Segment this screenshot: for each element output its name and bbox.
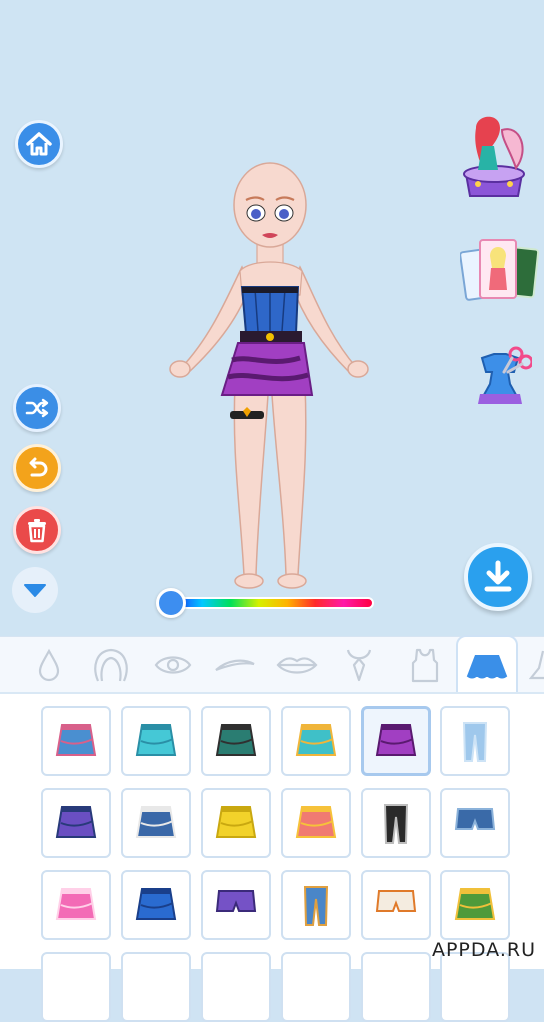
tab-tops[interactable] bbox=[396, 639, 454, 691]
purple-shorts-image bbox=[215, 890, 257, 912]
denim-belt-skirt-image bbox=[135, 806, 177, 838]
chevron-down-icon bbox=[24, 584, 46, 597]
tab-hair[interactable] bbox=[82, 639, 140, 691]
hair-icon bbox=[94, 648, 128, 682]
item-argyle-skirt[interactable] bbox=[41, 788, 111, 858]
watermark: APPDA.RU bbox=[431, 939, 536, 961]
blue-pleated-skirt-image bbox=[135, 888, 177, 920]
item-grid bbox=[0, 692, 544, 1022]
color-slider-track[interactable] bbox=[172, 597, 374, 609]
item-green-star-skirt[interactable] bbox=[440, 870, 510, 940]
item-coral-flower-skirt[interactable] bbox=[281, 788, 351, 858]
dress-up-stage bbox=[0, 0, 544, 636]
download-icon bbox=[484, 560, 512, 592]
undo-icon bbox=[29, 457, 48, 477]
tab-necklace[interactable] bbox=[330, 639, 388, 691]
item-purple-shorts[interactable] bbox=[201, 870, 271, 940]
eyebrow-icon bbox=[215, 659, 255, 672]
item-slot-partial[interactable] bbox=[41, 952, 111, 1022]
skirt-icon bbox=[466, 655, 508, 679]
shoe-icon bbox=[529, 650, 544, 680]
item-denim-shorts[interactable] bbox=[440, 788, 510, 858]
item-slot-partial[interactable] bbox=[201, 952, 271, 1022]
color-slider-knob[interactable] bbox=[156, 588, 186, 618]
coral-flower-skirt-image bbox=[295, 806, 337, 838]
clear-button[interactable] bbox=[13, 506, 61, 554]
pink-ruched-skirt-image bbox=[55, 888, 97, 920]
eye-icon bbox=[154, 656, 192, 674]
tab-shoes[interactable] bbox=[524, 639, 544, 691]
teal-fringe-top-skirt-image bbox=[135, 724, 177, 756]
item-teal-fringe-skirt[interactable] bbox=[281, 706, 351, 776]
item-purple-zebra-skirt[interactable] bbox=[361, 706, 431, 776]
trash-icon bbox=[28, 519, 46, 543]
download-button[interactable] bbox=[464, 543, 532, 611]
item-slot-partial[interactable] bbox=[361, 952, 431, 1022]
undo-button[interactable] bbox=[13, 444, 61, 492]
tab-lips[interactable] bbox=[268, 639, 326, 691]
tab-eyes[interactable] bbox=[144, 639, 202, 691]
dress-scissors-icon[interactable] bbox=[468, 346, 532, 410]
mermaid-box-icon[interactable] bbox=[458, 110, 530, 202]
character-doll bbox=[169, 162, 369, 589]
teal-fringe-skirt-image bbox=[295, 724, 337, 756]
item-teal-fringe-top-skirt[interactable] bbox=[121, 706, 191, 776]
argyle-skirt-image bbox=[55, 806, 97, 838]
tank-top-icon bbox=[411, 648, 439, 683]
flared-jeans-image bbox=[462, 722, 488, 762]
tab-skirts[interactable] bbox=[456, 635, 518, 695]
item-pink-ruched-skirt[interactable] bbox=[41, 870, 111, 940]
yellow-button-skirt-image bbox=[215, 806, 257, 838]
photo-cards-icon[interactable] bbox=[460, 238, 540, 304]
patchwork-jeans-image bbox=[303, 886, 329, 926]
white-bow-shorts-image bbox=[375, 890, 417, 912]
item-slot-partial[interactable] bbox=[121, 952, 191, 1022]
green-star-skirt-image bbox=[454, 888, 496, 920]
item-yellow-button-skirt[interactable] bbox=[201, 788, 271, 858]
collapse-panel-button[interactable] bbox=[12, 567, 58, 613]
tab-skin[interactable] bbox=[20, 639, 78, 691]
item-slot-partial[interactable] bbox=[440, 952, 510, 1022]
item-patch-pants[interactable] bbox=[361, 788, 431, 858]
home-button[interactable] bbox=[15, 120, 63, 168]
green-plaid-skirt-image bbox=[215, 724, 257, 756]
home-icon bbox=[26, 132, 52, 156]
drop-icon bbox=[38, 648, 60, 682]
item-blue-pleated-skirt[interactable] bbox=[121, 870, 191, 940]
shuffle-button[interactable] bbox=[13, 384, 61, 432]
denim-chain-skirt-image bbox=[55, 724, 97, 756]
lips-icon bbox=[276, 657, 318, 674]
denim-shorts-image bbox=[454, 808, 496, 830]
purple-zebra-skirt-image bbox=[375, 724, 417, 756]
tab-eyebrows[interactable] bbox=[206, 639, 264, 691]
item-denim-chain-skirt[interactable] bbox=[41, 706, 111, 776]
shuffle-icon bbox=[25, 398, 49, 418]
item-white-bow-shorts[interactable] bbox=[361, 870, 431, 940]
necklace-icon bbox=[346, 649, 372, 682]
item-green-plaid-skirt[interactable] bbox=[201, 706, 271, 776]
category-tab-bar bbox=[0, 635, 544, 695]
patch-pants-image bbox=[383, 804, 409, 844]
color-slider[interactable] bbox=[156, 588, 378, 618]
item-slot-partial[interactable] bbox=[281, 952, 351, 1022]
item-flared-jeans[interactable] bbox=[440, 706, 510, 776]
item-patchwork-jeans[interactable] bbox=[281, 870, 351, 940]
item-denim-belt-skirt[interactable] bbox=[121, 788, 191, 858]
